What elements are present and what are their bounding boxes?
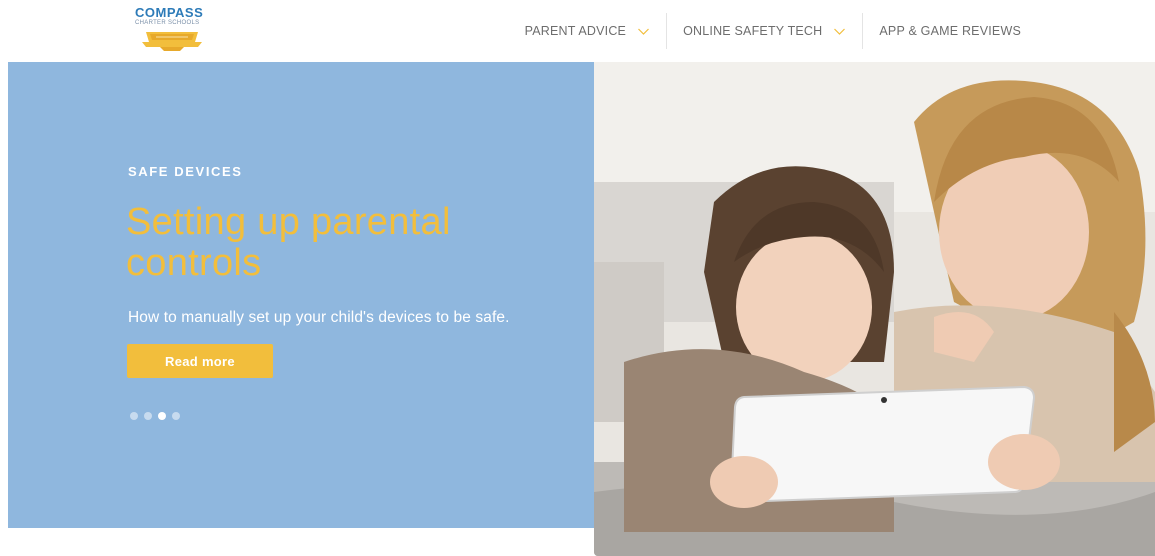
- hero-photo: [594, 62, 1155, 556]
- slide-dot[interactable]: [130, 412, 138, 420]
- nav-parent-advice[interactable]: PARENT ADVICE: [509, 12, 666, 50]
- hero-text-panel: [8, 62, 598, 528]
- main-nav: PARENT ADVICE ONLINE SAFETY TECH APP & G…: [509, 12, 1037, 50]
- nav-online-safety-tech[interactable]: ONLINE SAFETY TECH: [667, 12, 862, 50]
- nav-online-safety-tech-label: ONLINE SAFETY TECH: [683, 24, 823, 38]
- slide-dot[interactable]: [144, 412, 152, 420]
- site-header: COMPASS CHARTER SCHOOLS PARENT ADVICE ON…: [0, 0, 1155, 62]
- chevron-down-icon: [637, 25, 650, 38]
- hero-kicker: SAFE DEVICES: [128, 164, 243, 179]
- slide-dot-active[interactable]: [158, 412, 166, 420]
- hero-slider: SAFE DEVICES Setting up parental control…: [0, 62, 1155, 556]
- slider-dots: [130, 412, 180, 420]
- chevron-down-icon: [833, 25, 846, 38]
- nav-app-game-reviews-label: APP & GAME REVIEWS: [879, 24, 1021, 38]
- compass-logo[interactable]: COMPASS CHARTER SCHOOLS: [132, 5, 212, 55]
- hero-subtitle: How to manually set up your child's devi…: [128, 309, 510, 326]
- slide-dot[interactable]: [172, 412, 180, 420]
- nav-parent-advice-label: PARENT ADVICE: [524, 24, 627, 38]
- mother-daughter-tablet-illustration: [594, 62, 1155, 556]
- nav-app-game-reviews[interactable]: APP & GAME REVIEWS: [863, 12, 1037, 50]
- read-more-button[interactable]: Read more: [127, 344, 273, 378]
- hero-title: Setting up parental controls: [126, 201, 451, 284]
- logo-badge-icon: [142, 32, 202, 51]
